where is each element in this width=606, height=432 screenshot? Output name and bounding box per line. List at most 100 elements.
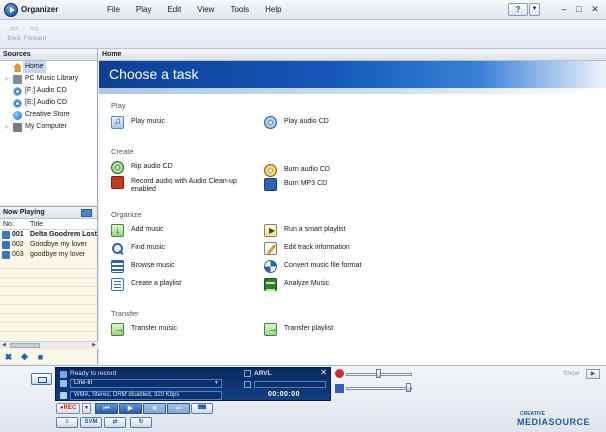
record-source-select[interactable]: Line-In — [70, 379, 222, 388]
task-play-music[interactable]: Play music — [111, 116, 231, 130]
cd-play-icon — [264, 116, 277, 129]
task-add-music[interactable]: Add music — [111, 224, 231, 238]
record-level-meter — [254, 381, 326, 388]
task-label: Add music — [131, 226, 164, 233]
task-run-smart-playlist[interactable]: Run a smart playlist — [264, 224, 404, 238]
source-item-creative-store[interactable]: Creative Store — [0, 109, 97, 121]
effects-button[interactable]: ≡ — [56, 417, 78, 428]
now-playing-tools: ✖ ❖ ■ — [4, 353, 52, 362]
task-convert-music-format[interactable]: Convert music file format — [264, 260, 424, 274]
arvl-checkbox[interactable] — [244, 370, 251, 377]
task-label: Edit track information — [284, 244, 350, 251]
menu-help[interactable]: Help — [265, 5, 281, 14]
task-transfer-playlist[interactable]: Transfer playlist — [264, 323, 384, 337]
task-burn-mp3-cd[interactable]: Burn MP3 CD — [264, 178, 384, 192]
task-create-playlist[interactable]: Create a playlist — [111, 278, 231, 292]
svm-button[interactable]: SVM — [80, 417, 102, 428]
empty-row — [0, 323, 97, 332]
music-file-icon — [2, 231, 10, 239]
scroll-left-icon[interactable]: ◀ — [2, 342, 6, 349]
task-play-audio-cd[interactable]: Play audio CD — [264, 116, 384, 130]
repeat-button[interactable]: ↻ — [130, 417, 152, 428]
source-item-label: Creative Store — [25, 111, 70, 118]
source-item-pc-music-library[interactable]: ▷ PC Music Library — [0, 73, 97, 85]
cd-icon — [13, 87, 22, 96]
task-label: Browse music — [131, 262, 175, 269]
app-logo-icon — [4, 3, 18, 17]
tree-expander-icon[interactable]: ▷ — [5, 121, 9, 133]
cd-rip-icon — [111, 161, 124, 174]
task-rip-audio-cd[interactable]: Rip audio CD — [111, 161, 251, 175]
volume-slider[interactable] — [346, 387, 412, 390]
empty-row — [0, 287, 97, 296]
column-no[interactable]: No. — [3, 219, 14, 230]
close-recorder-icon[interactable]: ✕ — [320, 368, 327, 377]
now-playing-row[interactable]: 001 Delta Goodrem Lost without you — [0, 230, 97, 240]
transfer-playlist-icon — [264, 323, 278, 336]
now-playing-row[interactable]: 002 Goodbye my lover — [0, 240, 97, 250]
player-control-bar: Ready to record Line-In WMA, Stereo, DRM… — [0, 365, 606, 432]
shuffle-list-icon[interactable]: ❖ — [20, 353, 29, 362]
pc-music-icon — [13, 75, 22, 84]
music-file-icon — [2, 241, 10, 249]
empty-row — [0, 314, 97, 323]
task-find-music[interactable]: Find music — [111, 242, 231, 256]
record-level-thumb[interactable] — [376, 369, 381, 378]
record-format-field[interactable]: WMA, Stereo, DRM disabled, 320 Kbps — [70, 391, 222, 400]
playlist-icon — [111, 278, 124, 291]
record-label: REC — [63, 405, 77, 411]
menu-edit[interactable]: Edit — [167, 5, 181, 14]
help-dropdown-button[interactable]: ▼ — [529, 3, 540, 16]
menu-tools[interactable]: Tools — [230, 5, 249, 14]
task-transfer-music[interactable]: Transfer music — [111, 323, 231, 337]
tree-expander-icon[interactable]: ▷ — [5, 73, 9, 85]
source-item-label: [E:] Audio CD — [25, 99, 68, 106]
close-button[interactable]: ✕ — [589, 4, 601, 15]
task-edit-track-info[interactable]: Edit track information — [264, 242, 404, 256]
mini-mode-button[interactable] — [31, 373, 52, 385]
task-burn-audio-cd[interactable]: Burn audio CD — [264, 164, 384, 178]
source-item-home[interactable]: Home — [0, 61, 97, 73]
scrollbar-thumb[interactable] — [10, 343, 40, 348]
transfer-icon — [111, 323, 125, 336]
play-button[interactable]: ▶ — [119, 403, 142, 414]
maximize-button[interactable]: □ — [573, 4, 585, 15]
save-list-icon[interactable]: ■ — [36, 353, 45, 362]
minimize-button[interactable]: – — [558, 4, 570, 15]
now-playing-view-button[interactable] — [81, 209, 92, 217]
source-item-audio-cd-f[interactable]: [F:] Audio CD — [0, 85, 97, 97]
recorder-display: Ready to record Line-In WMA, Stereo, DRM… — [55, 367, 331, 401]
help-button[interactable]: ? — [508, 3, 528, 16]
level-checkbox[interactable] — [244, 381, 251, 388]
volume-thumb[interactable] — [406, 383, 411, 392]
title-bar: Organizer File Play Edit View Tools Help… — [0, 0, 606, 20]
track-number: 003 — [12, 251, 24, 258]
task-record-audio[interactable]: Record audio with Audio Clean-up enabled — [111, 176, 261, 196]
scroll-right-icon[interactable]: ▶ — [92, 342, 96, 349]
eject-button[interactable]: ⌨ — [191, 403, 213, 414]
column-title[interactable]: Title — [30, 219, 43, 230]
next-track-button[interactable]: ⏭ — [167, 403, 190, 414]
stop-button[interactable]: ■ — [143, 403, 166, 414]
edit-icon — [264, 242, 277, 255]
menu-view[interactable]: View — [197, 5, 214, 14]
previous-track-button[interactable]: ⏮ — [95, 403, 118, 414]
record-options-dropdown[interactable]: ▼ — [82, 403, 91, 414]
cd-icon — [13, 99, 22, 108]
source-item-audio-cd-e[interactable]: [E:] Audio CD — [0, 97, 97, 109]
horizontal-scrollbar[interactable]: ◀ ▶ — [0, 341, 98, 349]
forward-button[interactable]: ⇨ Forward — [22, 23, 48, 42]
menu-file[interactable]: File — [107, 5, 120, 14]
source-item-my-computer[interactable]: ▷ My Computer — [0, 121, 97, 133]
task-browse-music[interactable]: Browse music — [111, 260, 231, 274]
now-playing-row[interactable]: 003 goodbye my lover — [0, 250, 97, 260]
search-icon — [111, 242, 124, 255]
show-panel-button[interactable]: ▶ — [586, 369, 600, 379]
record-button[interactable]: ●REC — [56, 403, 80, 414]
remove-icon[interactable]: ✖ — [4, 353, 13, 362]
menu-play[interactable]: Play — [136, 5, 152, 14]
shuffle-button[interactable]: ⇄ — [104, 417, 126, 428]
task-analyze-music[interactable]: Analyze Music — [264, 278, 384, 292]
cd-burn-icon — [264, 164, 277, 177]
source-item-label: Home — [23, 61, 46, 73]
